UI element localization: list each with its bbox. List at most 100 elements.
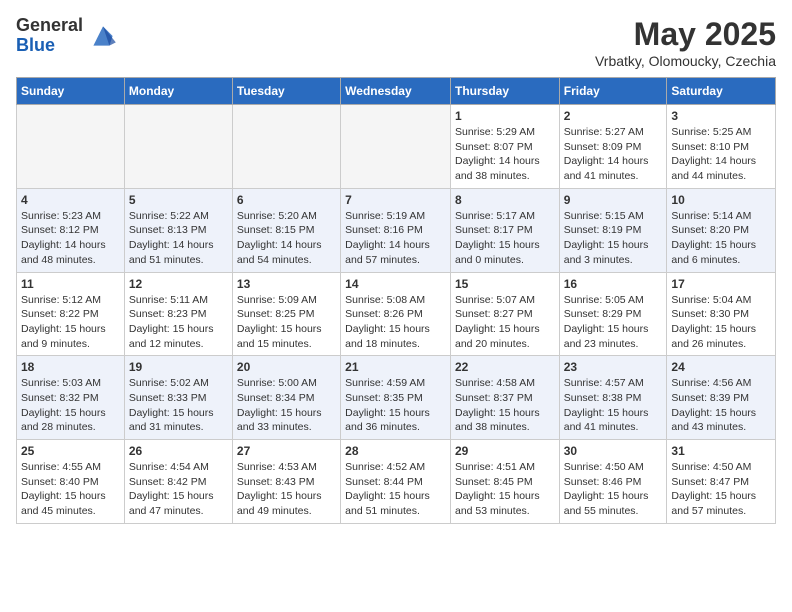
- day-info: Sunrise: 5:03 AM Sunset: 8:32 PM Dayligh…: [21, 376, 120, 435]
- day-number: 10: [671, 193, 771, 207]
- calendar-cell: 22 Sunrise: 4:58 AM Sunset: 8:37 PM Dayli…: [450, 356, 559, 440]
- week-row-4: 18 Sunrise: 5:03 AM Sunset: 8:32 PM Dayli…: [17, 356, 776, 440]
- day-number: 13: [237, 277, 336, 291]
- day-info: Sunrise: 4:54 AM Sunset: 8:42 PM Dayligh…: [129, 460, 228, 519]
- day-info: Sunrise: 5:14 AM Sunset: 8:20 PM Dayligh…: [671, 209, 771, 268]
- day-info: Sunrise: 4:53 AM Sunset: 8:43 PM Dayligh…: [237, 460, 336, 519]
- day-number: 29: [455, 444, 555, 458]
- day-number: 22: [455, 360, 555, 374]
- calendar-cell: 7Sunrise: 5:19 AM Sunset: 8:16 PM Daylig…: [341, 188, 451, 272]
- day-number: 1: [455, 109, 555, 123]
- calendar-cell: 13 Sunrise: 5:09 AM Sunset: 8:25 PM Dayli…: [232, 272, 340, 356]
- day-info: Sunrise: 4:58 AM Sunset: 8:37 PM Dayligh…: [455, 376, 555, 435]
- day-number: 27: [237, 444, 336, 458]
- calendar-cell: 18 Sunrise: 5:03 AM Sunset: 8:32 PM Dayli…: [17, 356, 125, 440]
- day-number: 15: [455, 277, 555, 291]
- day-number: 6: [237, 193, 336, 207]
- logo: General Blue: [16, 16, 119, 56]
- day-number: 9: [564, 193, 663, 207]
- day-number: 30: [564, 444, 663, 458]
- day-number: 5: [129, 193, 228, 207]
- day-info: Sunrise: 4:55 AM Sunset: 8:40 PM Dayligh…: [21, 460, 120, 519]
- location-subtitle: Vrbatky, Olomoucky, Czechia: [595, 53, 776, 69]
- day-info: Sunrise: 4:59 AM Sunset: 8:35 PM Dayligh…: [345, 376, 446, 435]
- calendar-cell: 20 Sunrise: 5:00 AM Sunset: 8:34 PM Dayli…: [232, 356, 340, 440]
- day-info: Sunrise: 5:08 AM Sunset: 8:26 PM Dayligh…: [345, 293, 446, 352]
- weekday-header-sunday: Sunday: [17, 78, 125, 105]
- day-info: Sunrise: 5:25 AM Sunset: 8:10 PM Dayligh…: [671, 125, 771, 184]
- day-number: 28: [345, 444, 446, 458]
- week-row-2: 4 Sunrise: 5:23 AM Sunset: 8:12 PM Daylig…: [17, 188, 776, 272]
- day-info: Sunrise: 5:12 AM Sunset: 8:22 PM Dayligh…: [21, 293, 120, 352]
- calendar-cell: 27 Sunrise: 4:53 AM Sunset: 8:43 PM Dayli…: [232, 440, 340, 524]
- calendar-cell: 30 Sunrise: 4:50 AM Sunset: 8:46 PM Dayli…: [559, 440, 667, 524]
- day-number: 18: [21, 360, 120, 374]
- calendar-cell: 10 Sunrise: 5:14 AM Sunset: 8:20 PM Dayli…: [667, 188, 776, 272]
- day-info: Sunrise: 4:50 AM Sunset: 8:47 PM Dayligh…: [671, 460, 771, 519]
- weekday-header-row: SundayMondayTuesdayWednesdayThursdayFrid…: [17, 78, 776, 105]
- day-info: Sunrise: 5:00 AM Sunset: 8:34 PM Dayligh…: [237, 376, 336, 435]
- logo-icon: [87, 20, 119, 52]
- week-row-5: 25 Sunrise: 4:55 AM Sunset: 8:40 PM Dayli…: [17, 440, 776, 524]
- calendar-cell: 6Sunrise: 5:20 AM Sunset: 8:15 PM Daylig…: [232, 188, 340, 272]
- day-info: Sunrise: 5:15 AM Sunset: 8:19 PM Dayligh…: [564, 209, 663, 268]
- day-info: Sunrise: 5:02 AM Sunset: 8:33 PM Dayligh…: [129, 376, 228, 435]
- calendar-cell: 28Sunrise: 4:52 AM Sunset: 8:44 PM Dayli…: [341, 440, 451, 524]
- day-number: 12: [129, 277, 228, 291]
- calendar-cell: 23Sunrise: 4:57 AM Sunset: 8:38 PM Dayli…: [559, 356, 667, 440]
- week-row-3: 11Sunrise: 5:12 AM Sunset: 8:22 PM Dayli…: [17, 272, 776, 356]
- day-number: 8: [455, 193, 555, 207]
- calendar-cell: 16 Sunrise: 5:05 AM Sunset: 8:29 PM Dayli…: [559, 272, 667, 356]
- day-number: 21: [345, 360, 446, 374]
- day-number: 25: [21, 444, 120, 458]
- day-info: Sunrise: 5:07 AM Sunset: 8:27 PM Dayligh…: [455, 293, 555, 352]
- week-row-1: 1 Sunrise: 5:29 AM Sunset: 8:07 PM Daylig…: [17, 105, 776, 189]
- calendar-cell: 24 Sunrise: 4:56 AM Sunset: 8:39 PM Dayli…: [667, 356, 776, 440]
- page-header: General Blue May 2025 Vrbatky, Olomoucky…: [16, 16, 776, 69]
- calendar-cell: 14 Sunrise: 5:08 AM Sunset: 8:26 PM Dayli…: [341, 272, 451, 356]
- weekday-header-friday: Friday: [559, 78, 667, 105]
- day-info: Sunrise: 5:17 AM Sunset: 8:17 PM Dayligh…: [455, 209, 555, 268]
- day-info: Sunrise: 5:23 AM Sunset: 8:12 PM Dayligh…: [21, 209, 120, 268]
- weekday-header-thursday: Thursday: [450, 78, 559, 105]
- calendar-cell: 15 Sunrise: 5:07 AM Sunset: 8:27 PM Dayli…: [450, 272, 559, 356]
- day-number: 4: [21, 193, 120, 207]
- weekday-header-monday: Monday: [124, 78, 232, 105]
- day-number: 19: [129, 360, 228, 374]
- day-info: Sunrise: 5:04 AM Sunset: 8:30 PM Dayligh…: [671, 293, 771, 352]
- calendar-cell: [124, 105, 232, 189]
- calendar-cell: 29Sunrise: 4:51 AM Sunset: 8:45 PM Dayli…: [450, 440, 559, 524]
- logo-blue-text: Blue: [16, 36, 83, 56]
- logo-general-text: General: [16, 16, 83, 36]
- calendar-cell: 1 Sunrise: 5:29 AM Sunset: 8:07 PM Daylig…: [450, 105, 559, 189]
- day-number: 2: [564, 109, 663, 123]
- calendar-cell: [17, 105, 125, 189]
- day-number: 24: [671, 360, 771, 374]
- calendar-cell: 8 Sunrise: 5:17 AM Sunset: 8:17 PM Daylig…: [450, 188, 559, 272]
- day-number: 3: [671, 109, 771, 123]
- calendar-cell: 9 Sunrise: 5:15 AM Sunset: 8:19 PM Daylig…: [559, 188, 667, 272]
- day-info: Sunrise: 5:19 AM Sunset: 8:16 PM Dayligh…: [345, 209, 446, 268]
- day-info: Sunrise: 5:09 AM Sunset: 8:25 PM Dayligh…: [237, 293, 336, 352]
- day-number: 31: [671, 444, 771, 458]
- day-number: 23: [564, 360, 663, 374]
- calendar-cell: 26Sunrise: 4:54 AM Sunset: 8:42 PM Dayli…: [124, 440, 232, 524]
- calendar-cell: 19 Sunrise: 5:02 AM Sunset: 8:33 PM Dayli…: [124, 356, 232, 440]
- day-number: 16: [564, 277, 663, 291]
- day-number: 20: [237, 360, 336, 374]
- day-number: 14: [345, 277, 446, 291]
- day-info: Sunrise: 5:29 AM Sunset: 8:07 PM Dayligh…: [455, 125, 555, 184]
- calendar-cell: 17 Sunrise: 5:04 AM Sunset: 8:30 PM Dayli…: [667, 272, 776, 356]
- calendar-cell: 25 Sunrise: 4:55 AM Sunset: 8:40 PM Dayli…: [17, 440, 125, 524]
- weekday-header-tuesday: Tuesday: [232, 78, 340, 105]
- calendar-cell: [341, 105, 451, 189]
- weekday-header-wednesday: Wednesday: [341, 78, 451, 105]
- day-info: Sunrise: 4:56 AM Sunset: 8:39 PM Dayligh…: [671, 376, 771, 435]
- day-info: Sunrise: 5:27 AM Sunset: 8:09 PM Dayligh…: [564, 125, 663, 184]
- day-number: 17: [671, 277, 771, 291]
- day-info: Sunrise: 5:05 AM Sunset: 8:29 PM Dayligh…: [564, 293, 663, 352]
- day-info: Sunrise: 5:11 AM Sunset: 8:23 PM Dayligh…: [129, 293, 228, 352]
- day-info: Sunrise: 4:50 AM Sunset: 8:46 PM Dayligh…: [564, 460, 663, 519]
- calendar-cell: 31 Sunrise: 4:50 AM Sunset: 8:47 PM Dayli…: [667, 440, 776, 524]
- calendar-cell: 3 Sunrise: 5:25 AM Sunset: 8:10 PM Daylig…: [667, 105, 776, 189]
